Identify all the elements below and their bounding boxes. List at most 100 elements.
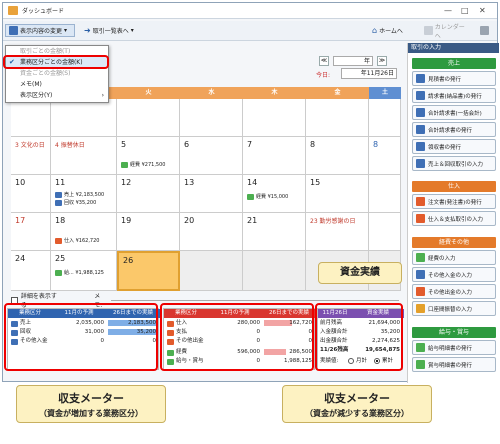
calendar-cell[interactable]: 25 給... ¥1,988,125 — [51, 251, 117, 291]
menu-item-display-category[interactable]: 表示区分(Y) › — [6, 90, 108, 101]
calendar-cell[interactable] — [369, 213, 401, 251]
calendar-cell[interactable]: 10 — [11, 175, 51, 213]
minimize-icon[interactable]: — — [444, 6, 452, 15]
cell-entry[interactable]: 仕入 ¥162,720 — [55, 237, 99, 244]
callout-balance: 資金実績 — [318, 262, 402, 284]
cell-entry[interactable]: 回収 ¥35,200 — [55, 199, 96, 206]
sidebar-category-payroll: 給与・賞与 — [412, 327, 496, 338]
sidebar-item-other-income[interactable]: その他入金の入力 — [412, 267, 496, 282]
sidebar-item-payslip[interactable]: 給与明細書の発行 — [412, 340, 496, 355]
menu-item-memo[interactable]: メモ(M) — [6, 79, 108, 90]
sidebar-item-invoice[interactable]: 請求書(納品書)の発行 — [412, 88, 496, 103]
torihiki-list-button[interactable]: ➜ 取引一覧表へ ▾ — [81, 24, 153, 37]
sidebar-item-total-invoice[interactable]: 合計請求書の発行 — [412, 122, 496, 137]
calendar-cell[interactable]: 11 売上 ¥2,183,500 回収 ¥35,200 — [51, 175, 117, 213]
day-number: 24 — [15, 254, 26, 263]
day-number: 19 — [121, 216, 132, 225]
calendar-cell[interactable]: 6 — [180, 137, 243, 175]
sidebar-item-quote[interactable]: 見積書の発行 — [412, 71, 496, 86]
calendar-cell[interactable]: 7 — [243, 137, 306, 175]
display-change-menu: 取引ごとの金額(T) ✔ 業務区分ごとの金額(K) 資金ごとの金額(S) メモ(M… — [5, 45, 109, 103]
sidebar-item-transfer[interactable]: 口座間振替の入力 — [412, 301, 496, 316]
weekday-header-fri: 金 — [306, 87, 369, 99]
sidebar-item-expense[interactable]: 経費の入力 — [412, 250, 496, 265]
calendar-cell[interactable]: 12 — [117, 175, 180, 213]
sidebar-category-expense: 経費その他 — [412, 237, 496, 248]
sidebar-item-label: 合計請求書(一括会計) — [428, 110, 482, 117]
year-field[interactable]: 年 — [333, 56, 373, 66]
day-number: 11 — [55, 178, 66, 187]
chevron-down-icon: ▾ — [64, 27, 68, 34]
cell-entry[interactable]: 経費 ¥271,500 — [121, 161, 165, 168]
calendar-cell[interactable]: 5 経費 ¥271,500 — [117, 137, 180, 175]
calendar-cell[interactable]: 8 — [306, 137, 369, 175]
calendar-cell[interactable] — [306, 99, 369, 137]
calendar-cell[interactable] — [369, 99, 401, 137]
menu-item-by-fund[interactable]: 資金ごとの金額(S) — [6, 68, 108, 79]
printer-icon — [480, 26, 489, 35]
calendar-cell — [180, 251, 243, 291]
home-icon: ⌂ — [372, 26, 378, 35]
calendar-cell[interactable] — [51, 99, 117, 137]
close-icon[interactable]: ✕ — [479, 6, 486, 15]
sidebar-item-order[interactable]: 注文書(発注書)の発行 — [412, 194, 496, 209]
calendar-cell[interactable] — [11, 99, 51, 137]
memo-field[interactable] — [110, 299, 399, 301]
sidebar-item-total-invoice-batch[interactable]: 合計請求書(一括会計) — [412, 105, 496, 120]
day-number: 3 文化の日 — [15, 142, 45, 149]
calendar-cell[interactable]: 13 — [180, 175, 243, 213]
calendar-cell[interactable]: 24 — [11, 251, 51, 291]
maximize-icon[interactable]: □ — [461, 6, 469, 15]
sidebar-item-sales-entry[interactable]: 売上＆回収取引の入力 — [412, 156, 496, 171]
torihiki-list-label: 取引一覧表へ — [92, 28, 129, 35]
order-icon — [416, 197, 425, 206]
display-change-button[interactable]: 表示内容の変更 ▾ — [5, 24, 75, 37]
calendar-cell[interactable] — [243, 99, 306, 137]
day-number: 23 勤労感謝の日 — [310, 218, 356, 225]
other-income-icon — [416, 270, 425, 279]
calendar-cell[interactable]: 17 — [11, 213, 51, 251]
cell-entry[interactable]: 給... ¥1,988,125 — [55, 269, 104, 276]
sidebar-item-purchase-entry[interactable]: 仕入＆支払取引の入力 — [412, 211, 496, 226]
prev-year-button[interactable]: ≪ — [319, 56, 329, 66]
weekday-header-thu: 木 — [243, 87, 306, 99]
calendar-icon — [424, 26, 433, 35]
dashboard-tab-icon — [8, 6, 18, 15]
day-number: 6 — [184, 140, 190, 149]
tab-title[interactable]: ダッシュボード — [22, 6, 64, 15]
calendar-cell[interactable]: 4 振替休日 — [51, 137, 117, 175]
print-button[interactable] — [477, 24, 495, 37]
cell-entry[interactable]: 経費 ¥15,000 — [247, 193, 288, 200]
day-number: 7 — [247, 140, 253, 149]
other-expense-icon — [416, 287, 425, 296]
home-button[interactable]: ⌂ ホームへ — [369, 24, 419, 37]
calendar-cell[interactable]: 8 — [369, 137, 401, 175]
day-number: 25 — [55, 254, 66, 263]
sidebar-category-purchase: 仕入 — [412, 181, 496, 192]
calendar-cell[interactable] — [180, 99, 243, 137]
calendar-cell[interactable] — [117, 99, 180, 137]
calendar-cell-today[interactable]: 26 — [117, 251, 180, 291]
calendar-cell[interactable]: 20 — [180, 213, 243, 251]
grid-icon — [9, 26, 18, 35]
calendar-cell[interactable]: 15 — [306, 175, 369, 213]
sidebar-item-other-expense[interactable]: その他出金の入力 — [412, 284, 496, 299]
calendar-cell[interactable]: 19 — [117, 213, 180, 251]
highlight-meter-decrease — [160, 303, 314, 371]
sidebar-item-bonus-slip[interactable]: 賞与明細書の発行 — [412, 357, 496, 372]
day-number: 4 振替休日 — [55, 142, 85, 149]
entry-text: 経費 ¥271,500 — [130, 162, 166, 168]
calendar-cell[interactable]: 3 文化の日 — [11, 137, 51, 175]
calendar-cell[interactable]: 18 仕入 ¥162,720 — [51, 213, 117, 251]
callout-subtitle: （資金が減少する業務区分） — [305, 409, 409, 418]
next-year-button[interactable]: ≫ — [377, 56, 387, 66]
calendar-cell[interactable]: 21 — [243, 213, 306, 251]
cell-entry[interactable]: 売上 ¥2,183,500 — [55, 191, 104, 198]
calendar-cell[interactable]: 14 経費 ¥15,000 — [243, 175, 306, 213]
calendar-cell[interactable]: 23 勤労感謝の日 — [306, 213, 369, 251]
sidebar-item-receipt[interactable]: 領収書の発行 — [412, 139, 496, 154]
calendar-button[interactable]: カレンダーへ — [421, 24, 473, 40]
today-field[interactable]: 年11月26日 — [341, 68, 397, 79]
sidebar-item-label: 領収書の発行 — [428, 144, 462, 151]
calendar-cell[interactable] — [369, 175, 401, 213]
